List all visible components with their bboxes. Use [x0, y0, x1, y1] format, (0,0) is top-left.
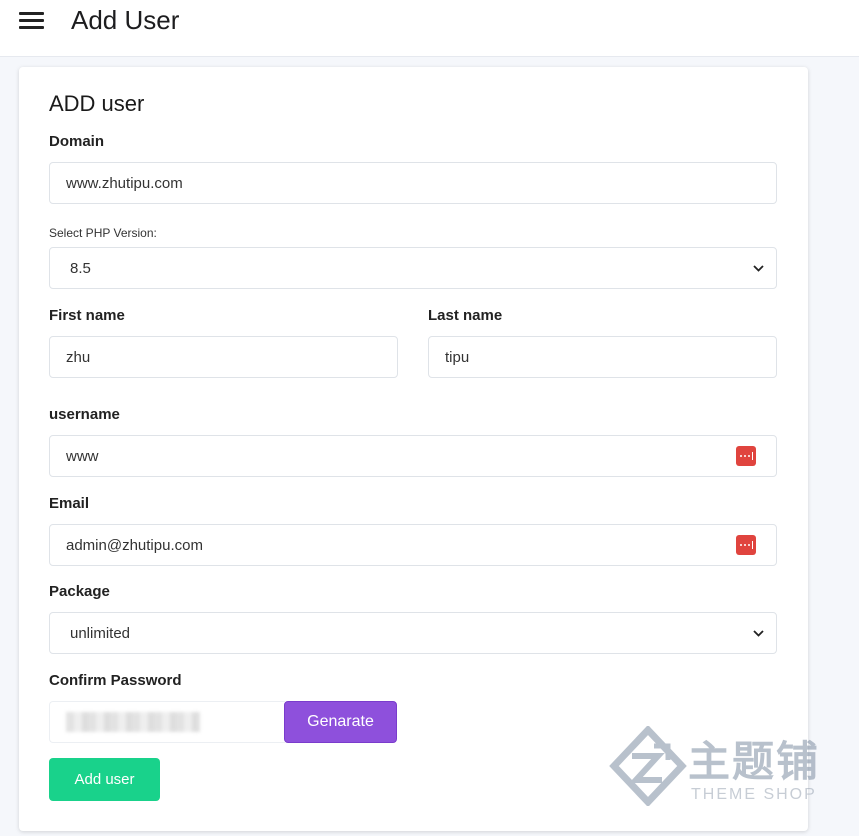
username-value: www [66, 447, 99, 465]
username-input[interactable]: www [49, 435, 777, 477]
domain-value: www.zhutipu.com [66, 174, 183, 192]
obscured-password-value [66, 712, 200, 732]
last-name-input[interactable]: tipu [428, 336, 777, 378]
watermark-logo-icon [609, 726, 687, 806]
first-name-input[interactable]: zhu [49, 336, 398, 378]
form-title: ADD user [49, 91, 145, 116]
username-label: username [49, 406, 120, 423]
watermark: 主题铺 THEME SHOP [608, 726, 838, 810]
watermark-subtext: THEME SHOP [691, 786, 817, 803]
password-manager-icon[interactable] [736, 446, 756, 466]
page-title: Add User [71, 5, 180, 35]
last-name-label: Last name [428, 307, 503, 324]
confirm-password-label: Confirm Password [49, 672, 182, 689]
domain-label: Domain [49, 133, 105, 150]
domain-input[interactable]: www.zhutipu.com [49, 162, 777, 204]
password-manager-icon[interactable] [736, 535, 756, 555]
email-label: Email [49, 495, 90, 512]
package-select[interactable]: unlimited [49, 612, 777, 654]
chevron-down-icon [752, 262, 764, 274]
watermark-text: 主题铺 [688, 738, 821, 785]
hamburger-menu-icon[interactable] [19, 11, 45, 31]
generate-password-button[interactable]: Genarate [284, 701, 397, 743]
php-version-value: 8.5 [70, 259, 91, 277]
email-value: admin@zhutipu.com [66, 536, 203, 554]
first-name-value: zhu [66, 348, 91, 366]
package-label: Package [49, 583, 110, 600]
package-value: unlimited [70, 624, 131, 642]
php-version-label: Select PHP Version: [49, 226, 157, 240]
php-version-select[interactable]: 8.5 [49, 247, 777, 289]
first-name-label: First name [49, 307, 125, 324]
top-bar: Add User [0, 0, 859, 57]
confirm-password-input[interactable] [49, 701, 285, 743]
add-user-button[interactable]: Add user [49, 758, 160, 801]
chevron-down-icon [752, 627, 764, 639]
email-input[interactable]: admin@zhutipu.com [49, 524, 777, 566]
last-name-value: tipu [445, 348, 470, 366]
